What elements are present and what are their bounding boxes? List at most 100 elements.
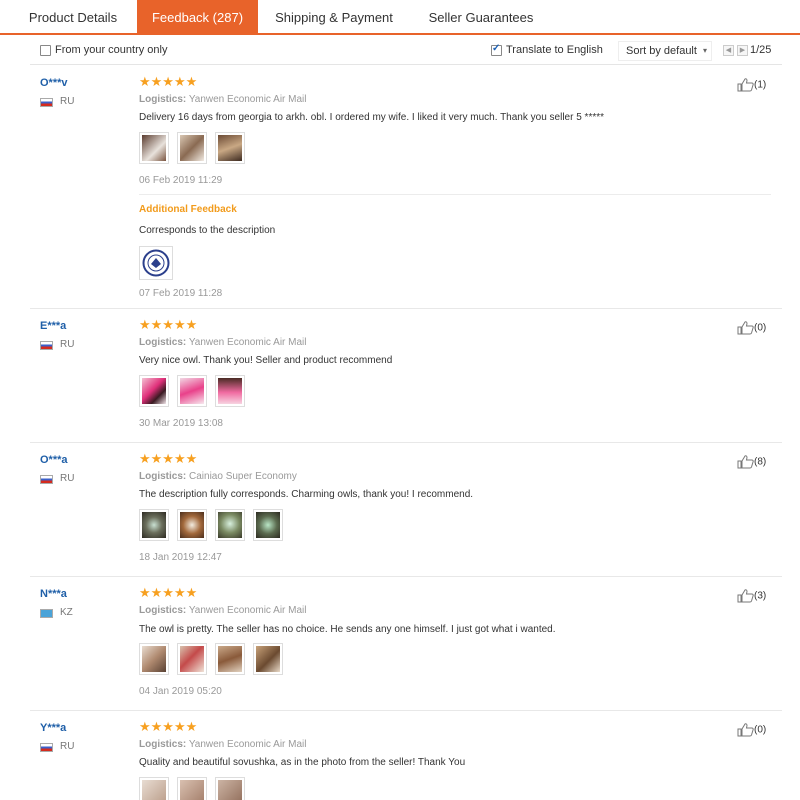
tab-feedback[interactable]: Feedback (287): [137, 0, 258, 35]
like-button[interactable]: (0): [737, 321, 766, 335]
thumbs-up-icon: [737, 589, 754, 603]
divider: [30, 576, 782, 577]
review-photo[interactable]: [177, 643, 207, 675]
logistics-label: Logistics:: [139, 605, 187, 616]
logistics-value: Yanwen Economic Air Mail: [188, 94, 307, 105]
review-photo[interactable]: [139, 643, 169, 675]
star-rating: ★★★★★: [139, 317, 198, 332]
review-text: Delivery 16 days from georgia to arkh. o…: [139, 112, 605, 123]
logistics-label: Logistics:: [139, 94, 187, 105]
review-photo[interactable]: [215, 777, 245, 800]
next-page-button[interactable]: ▶: [737, 45, 748, 56]
reviewer-name[interactable]: N***a: [40, 588, 67, 600]
divider: [139, 194, 771, 195]
review-photo[interactable]: [177, 509, 207, 541]
like-button[interactable]: (0): [737, 723, 766, 737]
flag-icon: [40, 98, 53, 107]
like-count: (8): [754, 456, 767, 468]
logistics-label: Logistics:: [139, 337, 187, 348]
divider: [30, 308, 782, 309]
translate-checkbox[interactable]: [491, 43, 502, 56]
logistics-value: Yanwen Economic Air Mail: [188, 739, 307, 750]
flag-icon: [40, 475, 53, 484]
review-date: 30 Mar 2019 13:08: [139, 418, 223, 429]
reviewer-name[interactable]: Y***a: [40, 722, 66, 734]
star-rating: ★★★★★: [139, 74, 198, 89]
divider: [30, 442, 782, 443]
review-text: The description fully corresponds. Charm…: [139, 489, 474, 500]
country-code: RU: [60, 339, 75, 350]
like-button[interactable]: (8): [737, 455, 766, 469]
like-button[interactable]: (1): [737, 78, 766, 92]
review-photo[interactable]: [139, 132, 169, 164]
review-photo[interactable]: [139, 375, 169, 407]
review-date: 04 Jan 2019 05:20: [139, 686, 222, 697]
review-text: Very nice owl. Thank you! Seller and pro…: [139, 355, 393, 366]
country-only-label[interactable]: From your country only: [55, 44, 167, 56]
review-photo[interactable]: [177, 132, 207, 164]
star-rating: ★★★★★: [139, 585, 198, 600]
review-photo[interactable]: [215, 509, 245, 541]
review-photo[interactable]: [177, 375, 207, 407]
page-indicator: 1/25: [750, 44, 772, 56]
thumbs-up-icon: [737, 455, 754, 469]
additional-feedback-photo[interactable]: [139, 246, 173, 280]
like-count: (0): [754, 322, 767, 334]
logistics-value: Cainiao Super Economy: [189, 471, 297, 482]
chevron-down-icon: ▾: [702, 46, 707, 55]
tab-seller-guarantees[interactable]: Seller Guarantees: [414, 0, 548, 35]
translate-label[interactable]: Translate to English: [506, 44, 603, 56]
reviewer-name[interactable]: O***v: [40, 77, 68, 89]
flag-icon: [40, 743, 53, 752]
like-count: (1): [754, 79, 767, 91]
country-only-checkbox[interactable]: [40, 45, 51, 56]
divider: [30, 710, 782, 711]
reviewer-name[interactable]: O***a: [40, 454, 68, 466]
logistics-label: Logistics:: [139, 739, 187, 750]
country-code: KZ: [60, 607, 73, 618]
review-photo[interactable]: [139, 509, 169, 541]
logistics-info: Logistics: Yanwen Economic Air Mail: [139, 94, 307, 105]
review-photo[interactable]: [177, 777, 207, 800]
feedback-tabs: Product Details Feedback (287) Shipping …: [0, 0, 800, 35]
star-rating: ★★★★★: [139, 719, 198, 734]
country-code: RU: [60, 473, 75, 484]
logistics-value: Yanwen Economic Air Mail: [188, 605, 307, 616]
review-text: Quality and beautiful sovushka, as in th…: [139, 757, 466, 768]
sort-select-value: Sort by default: [626, 45, 697, 57]
thumbs-up-icon: [737, 723, 754, 737]
logistics-label: Logistics:: [139, 471, 187, 482]
logistics-info: Logistics: Yanwen Economic Air Mail: [139, 605, 307, 616]
logistics-info: Logistics: Yanwen Economic Air Mail: [139, 739, 307, 750]
review-photo[interactable]: [253, 643, 283, 675]
review-photo[interactable]: [253, 509, 283, 541]
thumbs-up-icon: [737, 78, 754, 92]
logistics-info: Logistics: Yanwen Economic Air Mail: [139, 337, 307, 348]
like-button[interactable]: (3): [737, 589, 766, 603]
country-code: RU: [60, 96, 75, 107]
tab-shipping-payment[interactable]: Shipping & Payment: [262, 0, 406, 35]
star-rating: ★★★★★: [139, 451, 198, 466]
flag-icon: [40, 609, 53, 618]
thumbs-up-icon: [737, 321, 754, 335]
logistics-info: Logistics: Cainiao Super Economy: [139, 471, 297, 482]
prev-page-button[interactable]: ◀: [723, 45, 734, 56]
review-photo[interactable]: [139, 777, 169, 800]
review-text: The owl is pretty. The seller has no cho…: [139, 624, 556, 635]
reviewer-name[interactable]: E***a: [40, 320, 66, 332]
additional-feedback-label: Additional Feedback: [139, 204, 237, 215]
tab-product-details[interactable]: Product Details: [14, 0, 132, 35]
like-count: (0): [754, 724, 767, 736]
review-date: 18 Jan 2019 12:47: [139, 552, 222, 563]
stamp-image: [142, 249, 170, 277]
review-photo[interactable]: [215, 132, 245, 164]
like-count: (3): [754, 590, 767, 602]
flag-icon: [40, 341, 53, 350]
logistics-value: Yanwen Economic Air Mail: [188, 337, 307, 348]
additional-feedback-date: 07 Feb 2019 11:28: [139, 288, 223, 299]
filter-bar: From your country only Translate to Engl…: [30, 38, 782, 65]
review-photo[interactable]: [215, 375, 245, 407]
sort-select[interactable]: Sort by default ▾: [618, 41, 712, 61]
additional-feedback-text: Corresponds to the description: [139, 225, 276, 236]
review-photo[interactable]: [215, 643, 245, 675]
